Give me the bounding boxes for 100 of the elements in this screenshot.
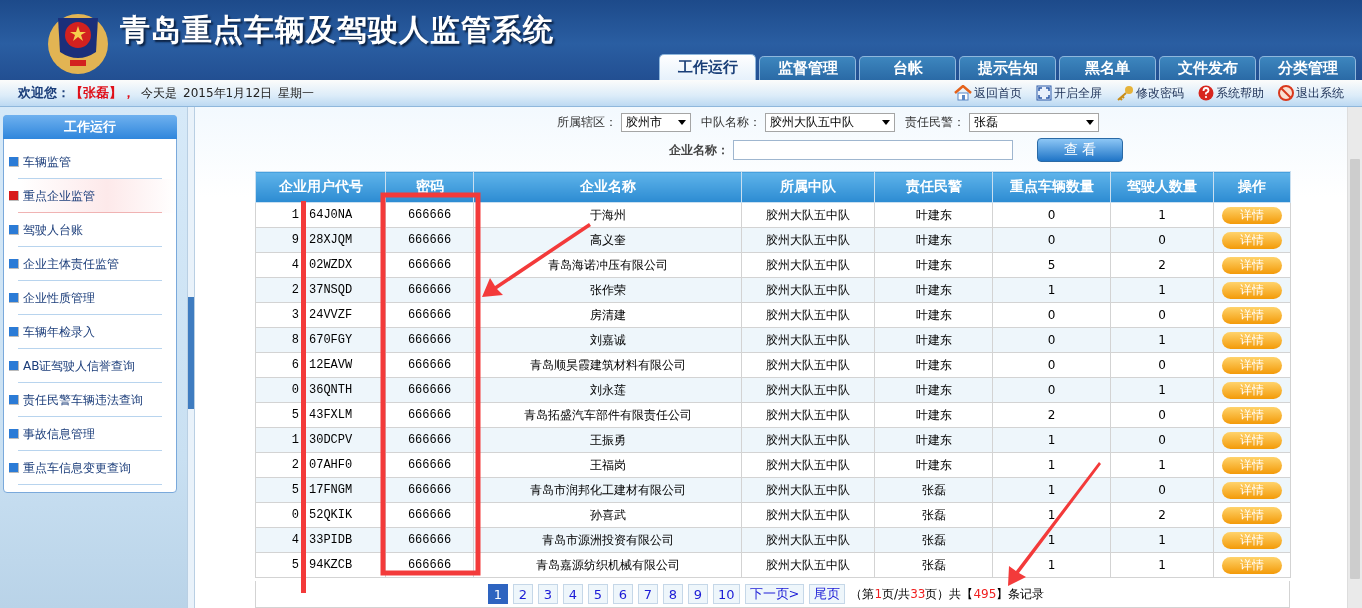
squad-cell: 胶州大队五中队 <box>741 427 875 453</box>
squad-label: 中队名称： <box>701 114 761 131</box>
side-menu-item[interactable]: 车辆年检录入 <box>4 315 176 349</box>
caret-icon <box>882 120 890 125</box>
side-menu-item[interactable]: 车辆监管 <box>4 145 176 179</box>
square-bullet-icon <box>9 327 19 337</box>
column-header: 企业用户代号 <box>255 171 386 203</box>
company-cell: 于海州 <box>473 202 742 228</box>
officer-cell: 张磊 <box>874 527 993 553</box>
vehicle-count-cell: 0 <box>992 227 1111 253</box>
page-button[interactable]: 7 <box>638 584 658 604</box>
company-cell: 房清建 <box>473 302 742 328</box>
code-text: 8 <box>290 333 299 347</box>
officer-cell: 叶建东 <box>874 302 993 328</box>
vehicle-count-cell: 0 <box>992 377 1111 403</box>
page-button[interactable]: 5 <box>588 584 608 604</box>
squad-cell: 胶州大队五中队 <box>741 377 875 403</box>
code-text: 12EAVW <box>309 358 353 372</box>
nav-tab[interactable]: 监督管理 <box>759 56 856 80</box>
code-text: 2 <box>290 458 299 472</box>
side-menu-item[interactable]: 驾驶人台账 <box>4 213 176 247</box>
company-cell: 王振勇 <box>473 427 742 453</box>
company-cell: 青岛顺昊霞建筑材料有限公司 <box>473 352 742 378</box>
driver-count-cell: 0 <box>1110 427 1214 453</box>
side-menu-item[interactable]: AB证驾驶人信誉查询 <box>4 349 176 383</box>
toolbar-link[interactable]: 修改密码 <box>1116 84 1184 102</box>
toolbar-link[interactable]: 开启全屏 <box>1036 84 1102 102</box>
record-summary: （第1页/共33页）共【495】条记录 <box>850 585 1045 603</box>
district-label: 所属辖区： <box>557 114 617 131</box>
nav-tab[interactable]: 文件发布 <box>1159 56 1256 80</box>
toolbar-link[interactable]: 返回首页 <box>954 84 1022 102</box>
page-button[interactable]: 10 <box>713 584 740 604</box>
password-cell: 666666 <box>385 302 474 328</box>
officer-cell: 张磊 <box>874 502 993 528</box>
password-cell: 666666 <box>385 427 474 453</box>
code-text: 3 <box>290 308 299 322</box>
code-text: 670FGY <box>309 333 353 347</box>
scrollbar-thumb[interactable] <box>1350 159 1360 579</box>
side-menu-item[interactable]: 责任民警车辆违法查询 <box>4 383 176 417</box>
code-text: 9 <box>290 233 299 247</box>
officer-label: 责任民警： <box>905 114 965 131</box>
key-icon <box>1116 85 1134 101</box>
page-button[interactable]: 3 <box>538 584 558 604</box>
side-menu-item[interactable]: 企业主体责任监管 <box>4 247 176 281</box>
nav-tab[interactable]: 工作运行 <box>659 54 756 80</box>
page-button[interactable]: 8 <box>663 584 683 604</box>
page-button[interactable]: 1 <box>488 584 508 604</box>
officer-cell: 叶建东 <box>874 252 993 278</box>
toolbar-link[interactable]: 系统帮助 <box>1198 84 1264 102</box>
page-button[interactable]: 2 <box>513 584 533 604</box>
district-dropdown[interactable]: 胶州市 <box>621 113 691 132</box>
side-menu-item[interactable]: 重点车信息变更查询 <box>4 451 176 485</box>
date-text: 2015年1月12日 <box>183 84 273 102</box>
code-text: 4 <box>290 258 299 272</box>
page-button[interactable]: 6 <box>613 584 633 604</box>
nav-tab[interactable]: 分类管理 <box>1259 56 1356 80</box>
side-menu-item[interactable]: 事故信息管理 <box>4 417 176 451</box>
squad-dropdown[interactable]: 胶州大队五中队 <box>765 113 895 132</box>
nav-tab[interactable]: 提示告知 <box>959 56 1056 80</box>
driver-count-cell: 0 <box>1110 352 1214 378</box>
weekday-text: 星期一 <box>278 84 315 102</box>
side-menu-item[interactable]: 企业性质管理 <box>4 281 176 315</box>
last-page-button[interactable]: 尾页 <box>809 584 846 604</box>
company-input[interactable] <box>733 140 1013 160</box>
driver-count-cell: 0 <box>1110 477 1214 503</box>
password-cell: 666666 <box>385 202 474 228</box>
code-text: 1 <box>290 433 299 447</box>
officer-cell: 叶建东 <box>874 277 993 303</box>
officer-cell: 叶建东 <box>874 202 993 228</box>
next-page-button[interactable]: 下一页> <box>744 584 805 604</box>
code-text: 64J0NA <box>309 208 353 222</box>
squad-cell: 胶州大队五中队 <box>741 552 875 578</box>
code-text: 6 <box>290 358 299 372</box>
code-text: 07AHF0 <box>309 458 353 472</box>
vehicle-count-cell: 5 <box>992 252 1111 278</box>
code-text: 1 <box>290 208 299 222</box>
driver-count-cell: 1 <box>1110 552 1214 578</box>
collapse-handle[interactable] <box>188 297 194 409</box>
squad-cell: 胶州大队五中队 <box>741 277 875 303</box>
code-text: 33PIDB <box>309 533 353 547</box>
side-menu-title: 工作运行 <box>3 115 177 139</box>
help-icon <box>1198 85 1214 101</box>
page-button[interactable]: 9 <box>688 584 708 604</box>
driver-count-cell: 0 <box>1110 227 1214 253</box>
nav-tab[interactable]: 黑名单 <box>1059 56 1156 80</box>
square-bullet-icon <box>9 225 19 235</box>
officer-cell: 张磊 <box>874 477 993 503</box>
code-text: 30DCPV <box>309 433 353 447</box>
page-button[interactable]: 4 <box>563 584 583 604</box>
officer-cell: 张磊 <box>874 552 993 578</box>
password-cell: 666666 <box>385 377 474 403</box>
nav-tab[interactable]: 台帐 <box>859 56 956 80</box>
driver-count-cell: 1 <box>1110 202 1214 228</box>
squad-cell: 胶州大队五中队 <box>741 352 875 378</box>
column-header: 重点车辆数量 <box>992 171 1111 203</box>
password-cell: 666666 <box>385 252 474 278</box>
toolbar-link[interactable]: 退出系统 <box>1278 84 1344 102</box>
officer-dropdown[interactable]: 张磊 <box>969 113 1099 132</box>
driver-count-cell: 1 <box>1110 327 1214 353</box>
home-icon <box>954 85 972 101</box>
